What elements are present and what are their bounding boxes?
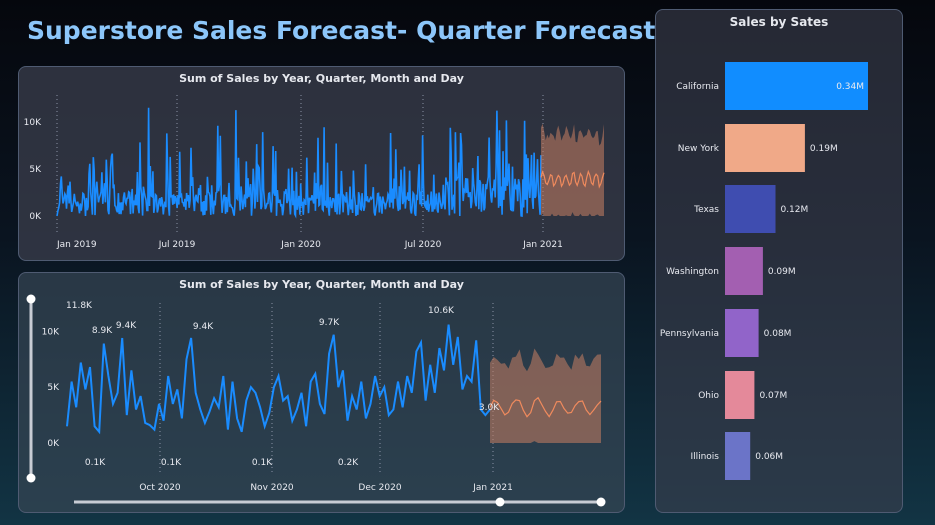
value-label: 0.09M <box>768 267 796 277</box>
data-label: 9.4K <box>193 322 214 332</box>
state-label: Texas <box>693 205 719 215</box>
actual-sales-line <box>66 324 491 435</box>
state-bar[interactable] <box>725 309 759 357</box>
state-label: Ohio <box>698 391 719 401</box>
vertical-zoom-slider-handle-top[interactable] <box>26 294 36 304</box>
actual-sales-line <box>56 107 542 219</box>
value-label: 0.19M <box>810 144 838 154</box>
x-tick-label: Jul 2019 <box>158 240 196 250</box>
data-label: 3.0K <box>479 403 500 413</box>
x-tick-label: Jul 2020 <box>404 240 442 250</box>
value-label: 0.07M <box>759 391 787 401</box>
data-label: 0.2K <box>338 458 359 468</box>
value-label: 0.12M <box>780 205 808 215</box>
y-tick-label: 10K <box>24 118 42 128</box>
y-tick-label: 5K <box>29 165 42 175</box>
data-label: 0.1K <box>85 458 106 468</box>
x-tick-label: Jan 2021 <box>472 483 513 493</box>
x-tick-label: Jan 2020 <box>280 240 321 250</box>
sales-by-state-chart[interactable]: California 0.34M New York 0.19M Texas 0.12M Wa… <box>656 10 904 514</box>
data-label: 9.7K <box>319 318 340 328</box>
data-label: 0.1K <box>161 458 182 468</box>
data-label: 10.6K <box>428 306 455 316</box>
horizontal-zoom-slider-handle-right[interactable] <box>596 497 606 507</box>
x-tick-label: Nov 2020 <box>250 483 294 493</box>
sales-by-state-panel[interactable]: Sales by Sates California 0.34M New York 0.… <box>655 9 903 513</box>
data-label: 0.1K <box>252 458 273 468</box>
vertical-zoom-slider-handle-bottom[interactable] <box>26 473 36 483</box>
page-title: Superstore Sales Forecast- Quarter Forec… <box>27 16 656 45</box>
bottom-forecast-chart[interactable]: Oct 2020 Nov 2020 Dec 2020 Jan 2021 10K 5K 0K 1… <box>19 273 626 514</box>
value-label: 0.34M <box>836 82 864 92</box>
forecast-confidence-band <box>541 123 604 216</box>
value-label: 0.06M <box>755 452 783 462</box>
state-bar[interactable] <box>725 432 751 480</box>
x-tick-label: Jan 2021 <box>522 240 563 250</box>
data-label: 11.8K <box>66 301 93 311</box>
state-label: Washington <box>666 267 719 277</box>
state-label: Pennsylvania <box>660 329 719 339</box>
y-tick-label: 5K <box>47 383 60 393</box>
horizontal-zoom-slider-handle-left[interactable] <box>495 497 505 507</box>
y-tick-label: 0K <box>29 212 42 222</box>
data-label: 9.4K <box>116 321 137 331</box>
state-bar[interactable] <box>725 371 755 419</box>
state-bar[interactable] <box>725 185 776 233</box>
x-tick-label: Oct 2020 <box>139 483 181 493</box>
top-forecast-chart-panel[interactable]: Sum of Sales by Year, Quarter, Month and… <box>18 66 625 261</box>
forecast-confidence-band <box>490 348 601 443</box>
state-label: California <box>676 82 719 92</box>
top-forecast-chart[interactable]: Jan 2019 Jul 2019 Jan 2020 Jul 2020 Jan 2021… <box>19 67 626 262</box>
state-bar[interactable] <box>725 124 805 172</box>
data-label: 8.9K <box>92 326 113 336</box>
x-tick-label: Dec 2020 <box>358 483 401 493</box>
state-label: New York <box>678 144 720 154</box>
value-label: 0.08M <box>764 329 792 339</box>
state-bar[interactable] <box>725 247 763 295</box>
state-label: Illinois <box>690 452 719 462</box>
y-tick-label: 0K <box>47 439 60 449</box>
y-tick-label: 10K <box>42 327 60 337</box>
x-tick-label: Jan 2019 <box>56 240 97 250</box>
bottom-forecast-chart-panel[interactable]: Sum of Sales by Year, Quarter, Month and… <box>18 272 625 513</box>
